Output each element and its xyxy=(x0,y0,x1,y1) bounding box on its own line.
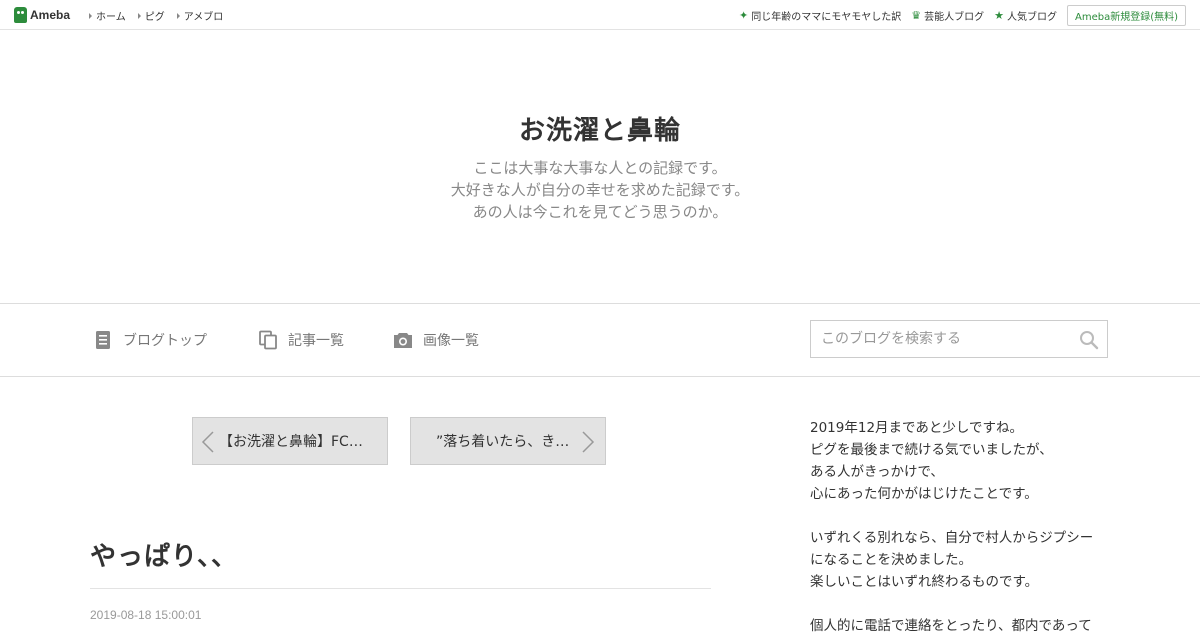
global-header-bar: Ameba ホーム ピグ アメブロ ✦ 同じ年齢のママにモヤモヤした訳 ♛ 芸能人ブ… xyxy=(0,0,1200,30)
register-button[interactable]: Ameba新規登録(無料) xyxy=(1066,5,1186,26)
blog-global-nav: ブログトップ 記事一覧 画像一覧 xyxy=(0,303,1200,377)
star-icon: ★ xyxy=(994,9,1004,22)
entry-date: 2019-08-18 15:00:01 xyxy=(90,608,202,622)
popular-blog-label: 人気ブログ xyxy=(1006,12,1057,23)
profile-line: 楽しいことはいずれ終わるものです。 xyxy=(810,574,1039,590)
top-nav-home[interactable]: ホーム xyxy=(89,8,126,23)
nav-entry-list-label: 記事一覧 xyxy=(288,333,344,349)
featured-article-label: 同じ年齢のママにモヤモヤした訳 xyxy=(751,12,902,23)
profile-line: ピグを最後まで続ける気でいましたが、 xyxy=(810,442,1053,458)
next-entry-button[interactable]: ”落ち着いたら、きち… xyxy=(410,417,606,465)
blog-description-line: あの人は今これを見てどう思うのか。 xyxy=(472,203,728,221)
nav-blog-top[interactable]: ブログトップ xyxy=(93,330,207,350)
next-entry-label: ”落ち着いたら、きち… xyxy=(436,434,580,450)
top-nav-pigg-label: ピグ xyxy=(144,12,165,23)
top-nav-home-label: ホーム xyxy=(96,12,126,23)
nav-image-list[interactable]: 画像一覧 xyxy=(393,330,479,350)
prev-entry-label: 【お洗濯と鼻輪】FC… xyxy=(219,434,363,450)
top-right-links: ✦ 同じ年齢のママにモヤモヤした訳 ♛ 芸能人ブログ ★ 人気ブログ Ameba新規登… xyxy=(739,5,1186,26)
blog-search-input[interactable] xyxy=(811,321,1081,357)
blog-description-line: 大好きな人が自分の幸せを求めた記録です。 xyxy=(450,181,750,199)
ameba-mascot-icon xyxy=(14,7,27,23)
popular-blog-link[interactable]: ★ 人気ブログ xyxy=(994,8,1057,23)
search-icon[interactable] xyxy=(1079,330,1099,350)
ameba-logo[interactable]: Ameba xyxy=(14,6,70,24)
top-nav: ホーム ピグ アメブロ xyxy=(89,8,223,23)
profile-line: 心にあった何かがはじけたことです。 xyxy=(810,486,1038,502)
triangle-right-icon xyxy=(137,12,141,19)
celebrity-blog-link[interactable]: ♛ 芸能人ブログ xyxy=(911,8,984,23)
entry-title-divider xyxy=(90,588,711,589)
nav-blog-top-label: ブログトップ xyxy=(123,333,207,349)
blog-search-box xyxy=(810,320,1108,358)
profile-line: ある人がきっかけで、 xyxy=(810,464,944,480)
top-nav-ameblo[interactable]: アメブロ xyxy=(176,8,224,23)
prev-entry-button[interactable]: 【お洗濯と鼻輪】FC… xyxy=(192,417,388,465)
profile-line: になることを決めました。 xyxy=(810,552,972,568)
triangle-right-icon xyxy=(89,12,92,19)
blog-description: ここは大事な大事な人との記録です。 大好きな人が自分の幸せを求めた記録です。 あ… xyxy=(0,157,1200,223)
nav-entry-list[interactable]: 記事一覧 xyxy=(258,330,344,350)
profile-line: 個人的に電話で連絡をとったり、都内であって xyxy=(810,618,1092,634)
profile-line xyxy=(810,505,1110,527)
blog-header: お洗濯と鼻輪 ここは大事な大事な人との記録です。 大好きな人が自分の幸せを求めた… xyxy=(0,30,1200,303)
celebrity-blog-label: 芸能人ブログ xyxy=(924,12,985,23)
nav-image-list-label: 画像一覧 xyxy=(423,333,479,349)
blog-title[interactable]: お洗濯と鼻輪 xyxy=(0,110,1200,147)
profile-line: いずれくる別れなら、自分で村人からジプシー xyxy=(810,530,1094,546)
blog-description-line: ここは大事な大事な人との記録です。 xyxy=(473,159,727,177)
ameba-logo-text: Ameba xyxy=(30,8,71,22)
top-nav-pigg[interactable]: ピグ xyxy=(137,8,165,23)
featured-article-link[interactable]: ✦ 同じ年齢のママにモヤモヤした訳 xyxy=(739,8,901,23)
profile-line: 2019年12月まであと少しですね。 xyxy=(810,420,1023,436)
copy-icon xyxy=(258,330,278,350)
triangle-right-icon xyxy=(176,12,180,19)
camera-icon xyxy=(393,330,413,350)
document-icon xyxy=(93,330,113,350)
sparkle-icon: ✦ xyxy=(739,9,749,22)
crown-icon: ♛ xyxy=(911,9,922,22)
top-nav-ameblo-label: アメブロ xyxy=(183,12,224,23)
sidebar-profile-text: 2019年12月まであと少しですね。 ピグを最後まで続ける気でいましたが、 ある… xyxy=(810,417,1110,637)
profile-line xyxy=(810,593,1110,615)
chevron-left-icon xyxy=(201,431,215,453)
entry-title[interactable]: やっぱり、、 xyxy=(90,536,238,573)
chevron-right-icon xyxy=(581,431,595,453)
